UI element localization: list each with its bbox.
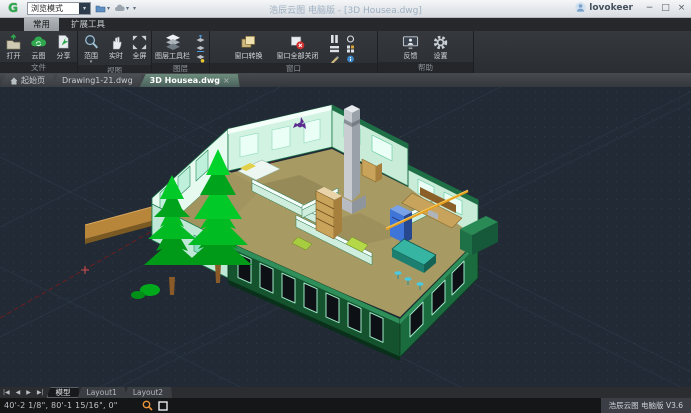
mode-select[interactable]: 浏览模式 ▾ [27,2,91,15]
feedback-button[interactable]: 反馈 [396,32,426,61]
window-switch-icon [240,33,258,51]
circle-tool-icon[interactable] [344,34,358,43]
pan-realtime-button[interactable]: 实时 [104,32,129,61]
bookshelf [316,187,342,239]
grid-tool-icon[interactable] [344,44,358,53]
layout-first-button[interactable]: |◀ [0,389,13,396]
layout-prev-button[interactable]: ◀ [13,389,24,396]
window-extra-buttons [343,32,359,63]
ribbon-group-view: 范围 ▾ 实时 全屏 视图 [78,31,152,73]
caret-down-icon: ▾ [107,5,110,12]
cloud-drawing-button[interactable]: 云图 [26,32,51,61]
layout-tab-bar: |◀ ◀ ▶ ▶| 模型 Layout1 Layout2 [0,387,691,398]
extents-caret-icon[interactable]: ▾ [90,60,93,64]
tab-start-page[interactable]: 起始页 [0,74,55,87]
bush [131,284,160,299]
coordinate-readout: 40'-2 1/8", 80'-1 15/16", 0" [0,401,118,410]
drawing-canvas[interactable] [0,87,691,387]
hand-icon [107,33,125,51]
layout-tab-model[interactable]: 模型 [47,387,80,398]
fullscreen-arrows-icon [131,33,149,51]
feedback-icon [402,33,420,51]
layout-next-button[interactable]: ▶ [23,389,34,396]
ribbon-group-window: 窗口转换 窗口全部关闭 [210,31,378,73]
folder-icon [95,4,106,13]
app-logo-icon[interactable]: G [3,1,23,16]
ribbon-tab-common[interactable]: 常用 [24,17,59,31]
find-tool-icon[interactable] [142,400,153,411]
user-account[interactable]: lovokeer [575,2,633,13]
close-button[interactable]: × [674,2,689,15]
ribbon-group-layer: 图层工具栏 图层 [152,31,210,73]
tile-horizontal-icon[interactable] [328,44,342,53]
user-avatar-icon [575,2,586,13]
share-button[interactable]: 分享 [51,32,76,61]
ribbon-tab-extended-tools[interactable]: 扩展工具 [62,17,114,31]
tab-3d-housea[interactable]: 3D Housea.dwg × [140,74,240,87]
ribbon-empty-space [474,31,691,73]
tab-close-icon[interactable]: × [223,76,230,85]
mode-select-value: 浏览模式 [31,4,63,13]
layer-light-button[interactable] [194,54,208,63]
layout-tab-layout1[interactable]: Layout1 [78,387,126,398]
mode-select-caret-icon[interactable]: ▾ [79,3,90,14]
cloud-icon [114,4,125,13]
group-label-help: 帮助 [378,62,473,73]
3d-house-model [0,87,691,387]
close-all-windows-icon [289,33,307,51]
layer-move-button[interactable] [194,44,208,53]
cascade-windows-icon[interactable] [328,54,342,63]
ribbon-group-help: 反馈 设置 帮助 [378,31,474,73]
quick-open-button[interactable]: ▾ [95,4,110,13]
layer-up-button[interactable] [194,34,208,43]
caret-down-icon: ▾ [126,5,129,12]
close-all-windows-button[interactable]: 窗口全部关闭 [269,32,327,61]
version-badge: 浩辰云图 电脑版 V3.6 [601,398,691,413]
settings-button[interactable]: 设置 [426,32,456,61]
share-file-icon [55,33,73,51]
tab-drawing1[interactable]: Drawing1-21.dwg [52,74,143,87]
info-icon[interactable] [344,54,358,63]
zoom-extents-button[interactable]: 范围 ▾ [79,32,104,65]
frame-tool-icon[interactable] [158,401,168,411]
ribbon: 打开 云图 分享 文件 范 [0,31,691,73]
fullscreen-button[interactable]: 全屏 [129,32,151,61]
window-arrange-buttons [327,32,343,63]
maximize-button[interactable]: □ [658,2,673,15]
cad-application-window: G 浏览模式 ▾ ▾ ▾ ▾ 浩辰云图 电脑版 - [3D Housea.dwg… [0,0,691,413]
magnifier-icon [82,33,100,51]
group-label-file: 文件 [0,62,77,73]
quick-cloud-button[interactable]: ▾ [114,4,129,13]
ribbon-tab-bar: 常用 扩展工具 [0,18,691,31]
layout-last-button[interactable]: ▶| [34,389,47,396]
settings-gear-icon [432,33,450,51]
title-bar: G 浏览模式 ▾ ▾ ▾ ▾ 浩辰云图 电脑版 - [3D Housea.dwg… [0,0,691,18]
fridge [390,205,412,243]
open-button[interactable]: 打开 [1,32,26,61]
open-folder-icon [5,33,23,51]
layer-toolbar-button[interactable]: 图层工具栏 [153,32,193,61]
tile-vertical-icon[interactable] [328,34,342,43]
user-name: lovokeer [589,3,633,13]
layer-small-buttons [193,32,209,63]
quick-access-overflow-button[interactable]: ▾ [133,5,136,12]
cloud-sync-icon [30,33,48,51]
layout-tab-layout2[interactable]: Layout2 [124,387,172,398]
document-tab-bar: 起始页 Drawing1-21.dwg 3D Housea.dwg × [0,73,691,87]
window-controls: − □ × [642,2,689,15]
status-bar: 40'-2 1/8", 80'-1 15/16", 0" 浩辰云图 电脑版 V3… [0,398,691,413]
ribbon-group-file: 打开 云图 分享 文件 [0,31,78,73]
layers-icon [164,33,182,51]
minimize-button[interactable]: − [642,2,657,15]
window-switch-button[interactable]: 窗口转换 [229,32,269,61]
home-icon [10,77,18,85]
